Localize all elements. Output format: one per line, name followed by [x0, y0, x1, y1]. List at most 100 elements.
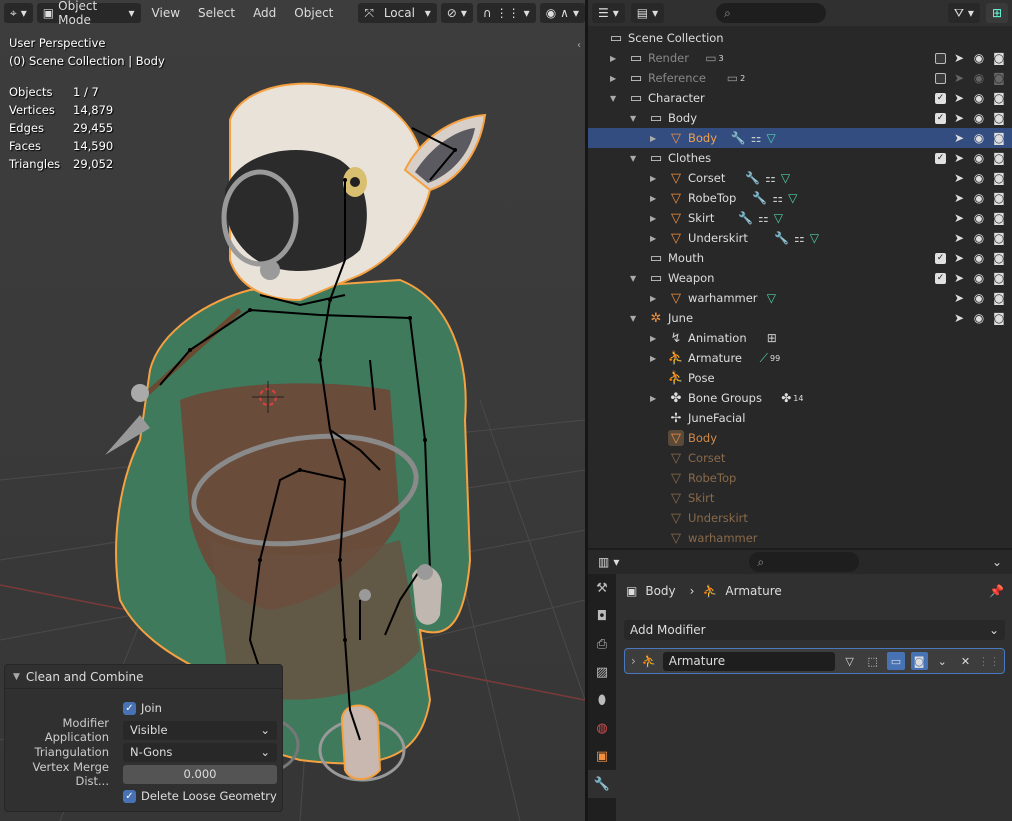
camera-icon[interactable]: ◙	[992, 91, 1006, 105]
tab-scene[interactable]: ⬮	[588, 686, 616, 714]
eye-icon[interactable]: ◉	[972, 311, 986, 325]
cursor-arrow-icon[interactable]: ➤	[952, 51, 966, 65]
mesh-data-icon[interactable]: ▽	[810, 231, 819, 245]
tab-tool[interactable]: ⚒	[588, 574, 616, 602]
outliner-row[interactable]: ▶ ⛹ Armature ⟋ 99	[588, 348, 1012, 368]
tab-object[interactable]: ▣	[588, 742, 616, 770]
camera-icon[interactable]: ◙	[992, 291, 1006, 305]
modifier-name-field[interactable]: Armature	[662, 651, 835, 671]
cursor-arrow-icon[interactable]: ➤	[952, 71, 966, 85]
outliner-row[interactable]: ▶ ✤ Bone Groups ✤ 14	[588, 388, 1012, 408]
wrench-icon[interactable]: 🔧	[774, 231, 789, 245]
exclude-checkbox[interactable]	[935, 72, 946, 84]
filter-dropdown[interactable]: ⛛ ▾	[947, 3, 980, 23]
wrench-icon[interactable]: 🔧	[752, 191, 767, 205]
cursor-arrow-icon[interactable]: ➤	[952, 271, 966, 285]
pin-icon[interactable]: 📌	[989, 584, 1004, 598]
outliner-row[interactable]: ▽ Body	[588, 428, 1012, 448]
outliner-row[interactable]: ▶ ▽ Skirt 🔧 ⚏ ▽ ➤ ◉ ◙	[588, 208, 1012, 228]
camera-icon[interactable]: ◙	[992, 231, 1006, 245]
outliner-row[interactable]: ▼ ▭ Character ✓ ➤ ◉ ◙	[588, 88, 1012, 108]
outliner-row[interactable]: ✢ JuneFacial	[588, 408, 1012, 428]
mesh-data-icon[interactable]: ▽	[781, 171, 790, 185]
delete-modifier-icon[interactable]: ✕	[957, 652, 974, 670]
eye-icon[interactable]: ◉	[972, 291, 986, 305]
outliner-row[interactable]: ▼ ▭ Clothes ✓ ➤ ◉ ◙	[588, 148, 1012, 168]
vertex-groups-icon[interactable]: ⚏	[794, 231, 805, 245]
viewport-display-icon[interactable]: ▭	[887, 652, 905, 670]
eye-icon[interactable]: ◉	[972, 71, 986, 85]
outliner-row[interactable]: ▼ ▭ Weapon ✓ ➤ ◉ ◙	[588, 268, 1012, 288]
render-camera-icon[interactable]: ◙	[910, 652, 928, 670]
cursor-arrow-icon[interactable]: ➤	[952, 211, 966, 225]
expand-right-icon[interactable]: ▶	[650, 354, 656, 363]
camera-icon[interactable]: ◙	[992, 191, 1006, 205]
outliner-row[interactable]: ▭ Scene Collection	[588, 28, 1012, 48]
outliner-row[interactable]: ▶ ▭ Render ▭ 3 ➤ ◉ ◙	[588, 48, 1012, 68]
expand-right-icon[interactable]: ▶	[650, 214, 656, 223]
eye-icon[interactable]: ◉	[972, 111, 986, 125]
eye-icon[interactable]: ◉	[972, 231, 986, 245]
expand-down-icon[interactable]: ▼	[630, 314, 636, 323]
properties-search-input[interactable]: ⌕	[749, 552, 860, 572]
vertex-groups-icon[interactable]: ⚏	[772, 191, 783, 205]
outliner-row[interactable]: ▽ RobeTop	[588, 468, 1012, 488]
expand-right-icon[interactable]: ▶	[650, 234, 656, 243]
vertex-groups-icon[interactable]: ⚏	[751, 131, 762, 145]
outliner-row[interactable]: ▶ ▽ Body 🔧 ⚏ ▽ ➤ ◉ ◙	[588, 128, 1012, 148]
child-collection-icon[interactable]: ▭	[705, 51, 716, 65]
camera-icon[interactable]: ◙	[992, 51, 1006, 65]
exclude-checkbox[interactable]: ✓	[935, 152, 946, 164]
expand-right-icon[interactable]: ▶	[610, 74, 616, 83]
eye-icon[interactable]: ◉	[972, 191, 986, 205]
camera-icon[interactable]: ◙	[992, 251, 1006, 265]
outliner-row[interactable]: ▼ ✲ June ➤ ◉ ◙	[588, 308, 1012, 328]
outliner-row[interactable]: ▽ warhammer	[588, 528, 1012, 548]
mesh-data-icon[interactable]: ▽	[788, 191, 797, 205]
proportional-edit-group[interactable]: ◉ ∧ ▾	[539, 3, 585, 23]
bone-icon[interactable]: ⟋	[760, 351, 768, 366]
child-collection-icon[interactable]: ▭	[727, 71, 738, 85]
chevron-right-icon[interactable]: ›	[631, 654, 636, 668]
eye-icon[interactable]: ◉	[972, 131, 986, 145]
camera-icon[interactable]: ◙	[992, 311, 1006, 325]
tab-modifiers[interactable]: 🔧	[588, 770, 616, 798]
outliner-editor-type-button[interactable]: ☰ ▾	[592, 3, 625, 23]
expand-right-icon[interactable]: ▶	[610, 54, 616, 63]
outliner-row[interactable]: ▶ ▽ Underskirt 🔧 ⚏ ▽ ➤ ◉ ◙	[588, 228, 1012, 248]
cursor-arrow-icon[interactable]: ➤	[952, 111, 966, 125]
outliner-row[interactable]: ▶ ▽ RobeTop 🔧 ⚏ ▽ ➤ ◉ ◙	[588, 188, 1012, 208]
3d-viewport[interactable]: ⌖ ▾ ▣ Object Mode ▾ View Select Add Objec…	[0, 0, 585, 821]
triangulation-dropdown[interactable]: N-Gons ⌄	[123, 742, 277, 762]
mesh-data-icon[interactable]: ▽	[767, 131, 776, 145]
cursor-arrow-icon[interactable]: ➤	[952, 191, 966, 205]
expand-right-icon[interactable]: ▶	[650, 294, 656, 303]
outliner-search-input[interactable]: ⌕	[716, 3, 827, 23]
expand-right-icon[interactable]: ▶	[650, 334, 656, 343]
cursor-arrow-icon[interactable]: ➤	[952, 131, 966, 145]
camera-icon[interactable]: ◙	[992, 71, 1006, 85]
orientation-dropdown[interactable]: ⤧ Local ▾	[358, 3, 437, 23]
vertex-groups-icon[interactable]: ⚏	[765, 171, 776, 185]
outliner-row[interactable]: ▶ ▽ Corset 🔧 ⚏ ▽ ➤ ◉ ◙	[588, 168, 1012, 188]
properties-editor-type-button[interactable]: ▥ ▾	[592, 552, 626, 572]
action-icon[interactable]: ⊞	[767, 331, 777, 345]
expand-right-icon[interactable]: ▶	[650, 174, 656, 183]
outliner-row[interactable]: ▶ ↯ Animation ⊞	[588, 328, 1012, 348]
outliner-row[interactable]: ▶ ▭ Reference ▭ 2 ➤ ◉ ◙	[588, 68, 1012, 88]
outliner-row[interactable]: ▽ Underskirt	[588, 508, 1012, 528]
outliner-row[interactable]: ▶ ▽ warhammer ▽ ➤ ◉ ◙	[588, 288, 1012, 308]
eye-icon[interactable]: ◉	[972, 91, 986, 105]
vertex-groups-icon[interactable]: ⚏	[758, 211, 769, 225]
breadcrumb-object[interactable]: Body	[645, 584, 675, 598]
outliner-row[interactable]: ▽ Skirt	[588, 488, 1012, 508]
tab-world[interactable]: ◍	[588, 714, 616, 742]
pivot-dropdown[interactable]: ⊘ ▾	[440, 3, 473, 23]
edit-mode-cage-icon[interactable]: ▽	[841, 652, 858, 670]
exclude-checkbox[interactable]: ✓	[935, 112, 946, 124]
eye-icon[interactable]: ◉	[972, 51, 986, 65]
outliner-row[interactable]: ▼ ▭ Body ✓ ➤ ◉ ◙	[588, 108, 1012, 128]
camera-icon[interactable]: ◙	[992, 111, 1006, 125]
eye-icon[interactable]: ◉	[972, 151, 986, 165]
eye-icon[interactable]: ◉	[972, 271, 986, 285]
